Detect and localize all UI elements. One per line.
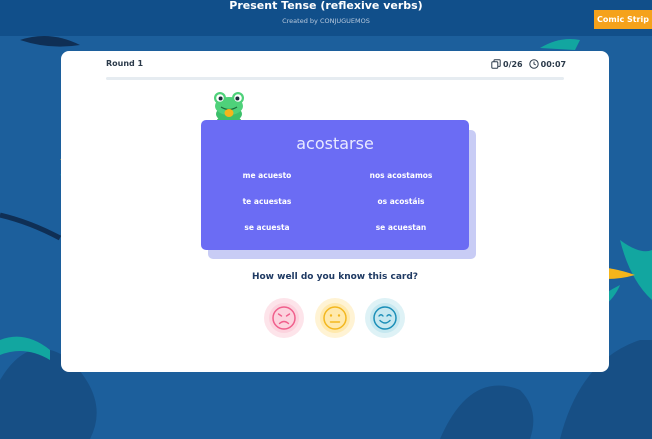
happy-face-icon bbox=[365, 298, 405, 338]
neutral-face-icon bbox=[315, 298, 355, 338]
progress-bar bbox=[106, 77, 564, 80]
clock-icon bbox=[528, 59, 539, 69]
cards-icon bbox=[491, 59, 501, 69]
deck-creator: Created by CONJUGUEMOS bbox=[282, 17, 370, 25]
conjugation-yo: me acuesto bbox=[242, 171, 292, 180]
deck-title: Present Tense (reflexive verbs) bbox=[229, 0, 423, 12]
rate-medium-button[interactable] bbox=[314, 297, 356, 339]
rate-easy-button[interactable] bbox=[364, 297, 406, 339]
timer: 00:07 bbox=[540, 59, 567, 69]
verb-infinitive: acostarse bbox=[296, 134, 374, 153]
conjugation-nosotros: nos acostamos bbox=[369, 171, 433, 180]
stats-bar: 0/26 00:07 bbox=[491, 59, 566, 69]
conjugation-tu: te acuestas bbox=[242, 197, 292, 206]
conjugation-el: se acuesta bbox=[244, 223, 290, 232]
comic-strip-button[interactable]: Comic Strip bbox=[594, 10, 652, 29]
rate-hard-button[interactable] bbox=[263, 297, 305, 339]
game-panel: Round 1 0/26 00:07 acostarse me acuesto … bbox=[61, 51, 609, 372]
sad-face-icon bbox=[264, 298, 304, 338]
top-bar: Present Tense (reflexive verbs) Created … bbox=[0, 0, 652, 36]
card-count: 0/26 bbox=[503, 59, 523, 69]
conjugation-ellos: se acuestan bbox=[375, 223, 427, 232]
conjugation-vosotros: os acostáis bbox=[377, 197, 425, 206]
round-label: Round 1 bbox=[106, 59, 144, 68]
rating-question: How well do you know this card? bbox=[251, 272, 419, 282]
flashcard[interactable]: acostarse me acuesto nos acostamos te ac… bbox=[201, 120, 469, 250]
frog-mascot-icon bbox=[214, 92, 244, 122]
